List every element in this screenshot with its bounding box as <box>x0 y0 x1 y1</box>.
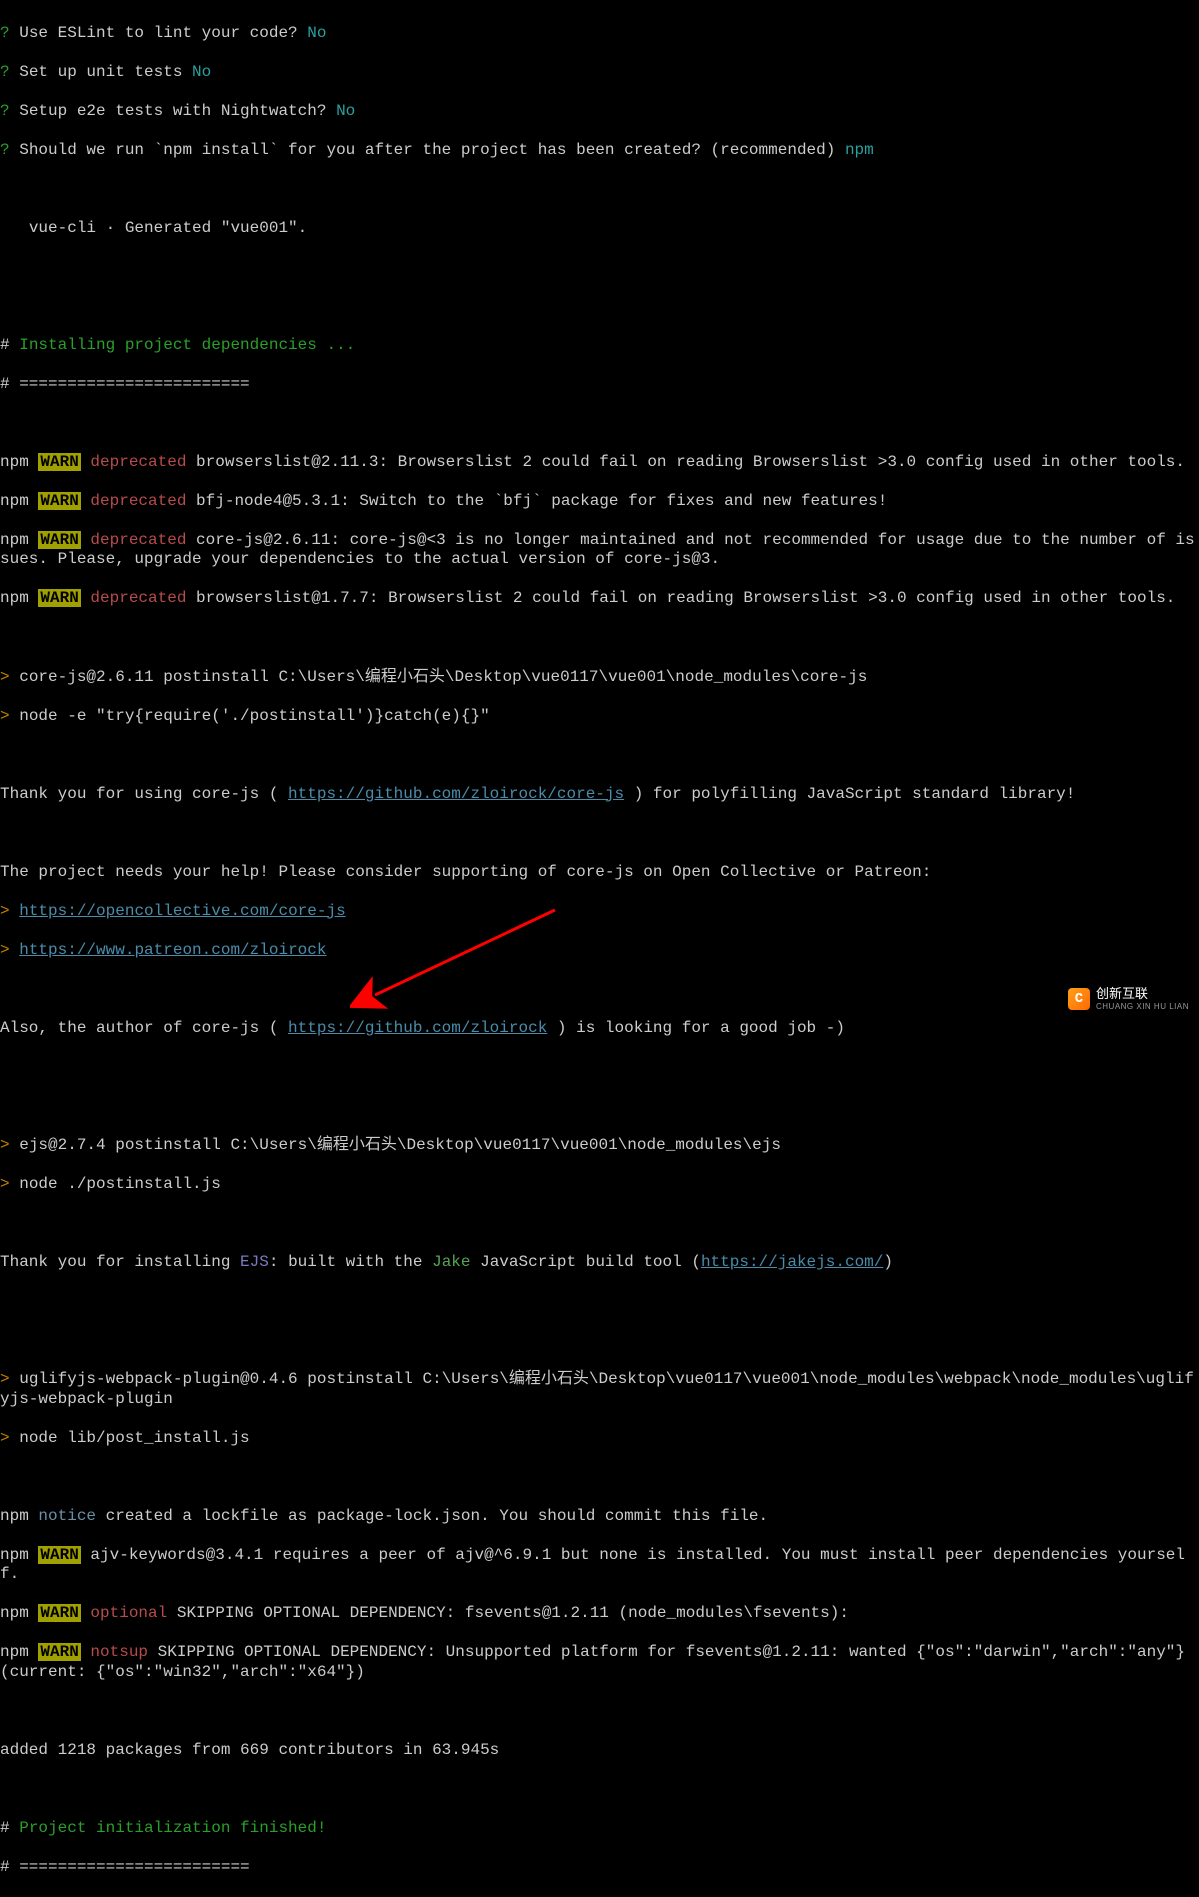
prompt-answer: No <box>192 63 211 81</box>
deprecated-tag: deprecated <box>90 453 186 471</box>
postinstall-line: > node -e "try{require('./postinstall')}… <box>0 707 1199 727</box>
npm-prefix: npm <box>0 453 38 471</box>
gt-icon: > <box>0 1136 10 1154</box>
gt-icon: > <box>0 941 10 959</box>
npm-prefix: npm <box>0 1546 38 1564</box>
warn-badge: WARN <box>38 589 80 607</box>
install-header-text: Installing project dependencies ... <box>10 336 356 354</box>
npm-warn-line: npm WARN optional SKIPPING OPTIONAL DEPE… <box>0 1604 1199 1624</box>
link[interactable]: https://github.com/zloirock <box>288 1019 547 1037</box>
npm-prefix: npm <box>0 1507 38 1525</box>
npm-prefix: npm <box>0 1643 38 1661</box>
ejs-thankyou: Thank you for installing EJS: built with… <box>0 1253 1199 1273</box>
gt-icon: > <box>0 902 10 920</box>
link[interactable]: https://opencollective.com/core-js <box>19 902 345 920</box>
postinstall-line: > core-js@2.6.11 postinstall C:\Users\编程… <box>0 668 1199 688</box>
deprecated-tag: deprecated <box>90 589 186 607</box>
prompt-text: Use ESLint to lint your code? <box>10 24 308 42</box>
watermark: C 创新互联 CHUANG XIN HU LIAN <box>1062 982 1199 1016</box>
hash-symbol: # <box>0 336 10 354</box>
npm-warn-line: npm WARN ajv-keywords@3.4.1 requires a p… <box>0 1546 1199 1585</box>
npm-prefix: npm <box>0 492 38 510</box>
gt-icon: > <box>0 1429 10 1447</box>
warn-message: SKIPPING OPTIONAL DEPENDENCY: fsevents@1… <box>167 1604 849 1622</box>
npm-warn-line: npm WARN deprecated browserslist@2.11.3:… <box>0 453 1199 473</box>
notice-tag: notice <box>38 1507 96 1525</box>
npm-prefix: npm <box>0 589 38 607</box>
warn-badge: WARN <box>38 453 80 471</box>
corejs-link-line: > https://www.patreon.com/zloirock <box>0 941 1199 961</box>
npm-warn-line: npm WARN deprecated core-js@2.6.11: core… <box>0 531 1199 570</box>
prompt-text: Setup e2e tests with Nightwatch? <box>10 102 336 120</box>
watermark-brand: 创新互联 <box>1096 986 1189 1002</box>
prompt-line: ? Setup e2e tests with Nightwatch? No <box>0 102 1199 122</box>
link[interactable]: https://github.com/zloirock/core-js <box>288 785 624 803</box>
watermark-sub: CHUANG XIN HU LIAN <box>1096 1002 1189 1012</box>
added-packages: added 1218 packages from 669 contributor… <box>0 1741 1199 1761</box>
npm-prefix: npm <box>0 531 38 549</box>
postinstall-line: > node lib/post_install.js <box>0 1429 1199 1449</box>
prompt-text: Should we run `npm install` for you afte… <box>10 141 845 159</box>
npm-prefix: npm <box>0 1604 38 1622</box>
vuecli-generated: vue-cli · Generated "vue001". <box>0 219 1199 239</box>
postinstall-line: > uglifyjs-webpack-plugin@0.4.6 postinst… <box>0 1370 1199 1409</box>
warn-badge: WARN <box>38 492 80 510</box>
terminal-output: ? Use ESLint to lint your code? No ? Set… <box>0 0 1199 1897</box>
finished-separator: # ======================== <box>0 1858 1199 1878</box>
prompt-line: ? Should we run `npm install` for you af… <box>0 141 1199 161</box>
npm-warn-line: npm WARN deprecated browserslist@1.7.7: … <box>0 589 1199 609</box>
notice-message: created a lockfile as package-lock.json.… <box>96 1507 768 1525</box>
prompt-answer: No <box>336 102 355 120</box>
gt-icon: > <box>0 1175 10 1193</box>
warn-message: SKIPPING OPTIONAL DEPENDENCY: Unsupporte… <box>0 1643 1195 1681</box>
prompt-line: ? Set up unit tests No <box>0 63 1199 83</box>
corejs-link-line: > https://opencollective.com/core-js <box>0 902 1199 922</box>
corejs-support: The project needs your help! Please cons… <box>0 863 1199 883</box>
deprecated-tag: deprecated <box>90 492 186 510</box>
warn-badge: WARN <box>38 1643 80 1661</box>
gt-icon: > <box>0 668 10 686</box>
finished-text: Project initialization finished! <box>10 1819 327 1837</box>
warn-message: ajv-keywords@3.4.1 requires a peer of aj… <box>0 1546 1185 1584</box>
prompt-answer: No <box>307 24 326 42</box>
warn-message: bfj-node4@5.3.1: Switch to the `bfj` pac… <box>186 492 887 510</box>
prompt-line: ? Use ESLint to lint your code? No <box>0 24 1199 44</box>
prompt-answer: npm <box>845 141 874 159</box>
prompt-q: ? <box>0 24 10 42</box>
optional-tag: optional <box>90 1604 167 1622</box>
warn-badge: WARN <box>38 531 80 549</box>
corejs-thankyou: Thank you for using core-js ( https://gi… <box>0 785 1199 805</box>
corejs-author: Also, the author of core-js ( https://gi… <box>0 1019 1199 1039</box>
install-separator: # ======================== <box>0 375 1199 395</box>
hash-symbol: # <box>0 1819 10 1837</box>
jake-label: Jake <box>432 1253 470 1271</box>
prompt-text: Set up unit tests <box>10 63 192 81</box>
warn-badge: WARN <box>38 1546 80 1564</box>
npm-notice-line: npm notice created a lockfile as package… <box>0 1507 1199 1527</box>
prompt-q: ? <box>0 63 10 81</box>
prompt-q: ? <box>0 141 10 159</box>
gt-icon: > <box>0 1370 10 1388</box>
notsup-tag: notsup <box>90 1643 148 1661</box>
ejs-label: EJS <box>240 1253 269 1271</box>
warn-message: browserslist@2.11.3: Browserslist 2 coul… <box>186 453 1185 471</box>
gt-icon: > <box>0 707 10 725</box>
deprecated-tag: deprecated <box>90 531 186 549</box>
npm-warn-line: npm WARN deprecated bfj-node4@5.3.1: Swi… <box>0 492 1199 512</box>
postinstall-line: > node ./postinstall.js <box>0 1175 1199 1195</box>
npm-warn-line: npm WARN notsup SKIPPING OPTIONAL DEPEND… <box>0 1643 1199 1682</box>
prompt-q: ? <box>0 102 10 120</box>
warn-message: browserslist@1.7.7: Browserslist 2 could… <box>186 589 1175 607</box>
link[interactable]: https://www.patreon.com/zloirock <box>19 941 326 959</box>
link[interactable]: https://jakejs.com/ <box>701 1253 883 1271</box>
watermark-logo-icon: C <box>1068 988 1090 1010</box>
finished-line: # Project initialization finished! <box>0 1819 1199 1839</box>
install-header: # Installing project dependencies ... <box>0 336 1199 356</box>
warn-badge: WARN <box>38 1604 80 1622</box>
postinstall-line: > ejs@2.7.4 postinstall C:\Users\编程小石头\D… <box>0 1136 1199 1156</box>
